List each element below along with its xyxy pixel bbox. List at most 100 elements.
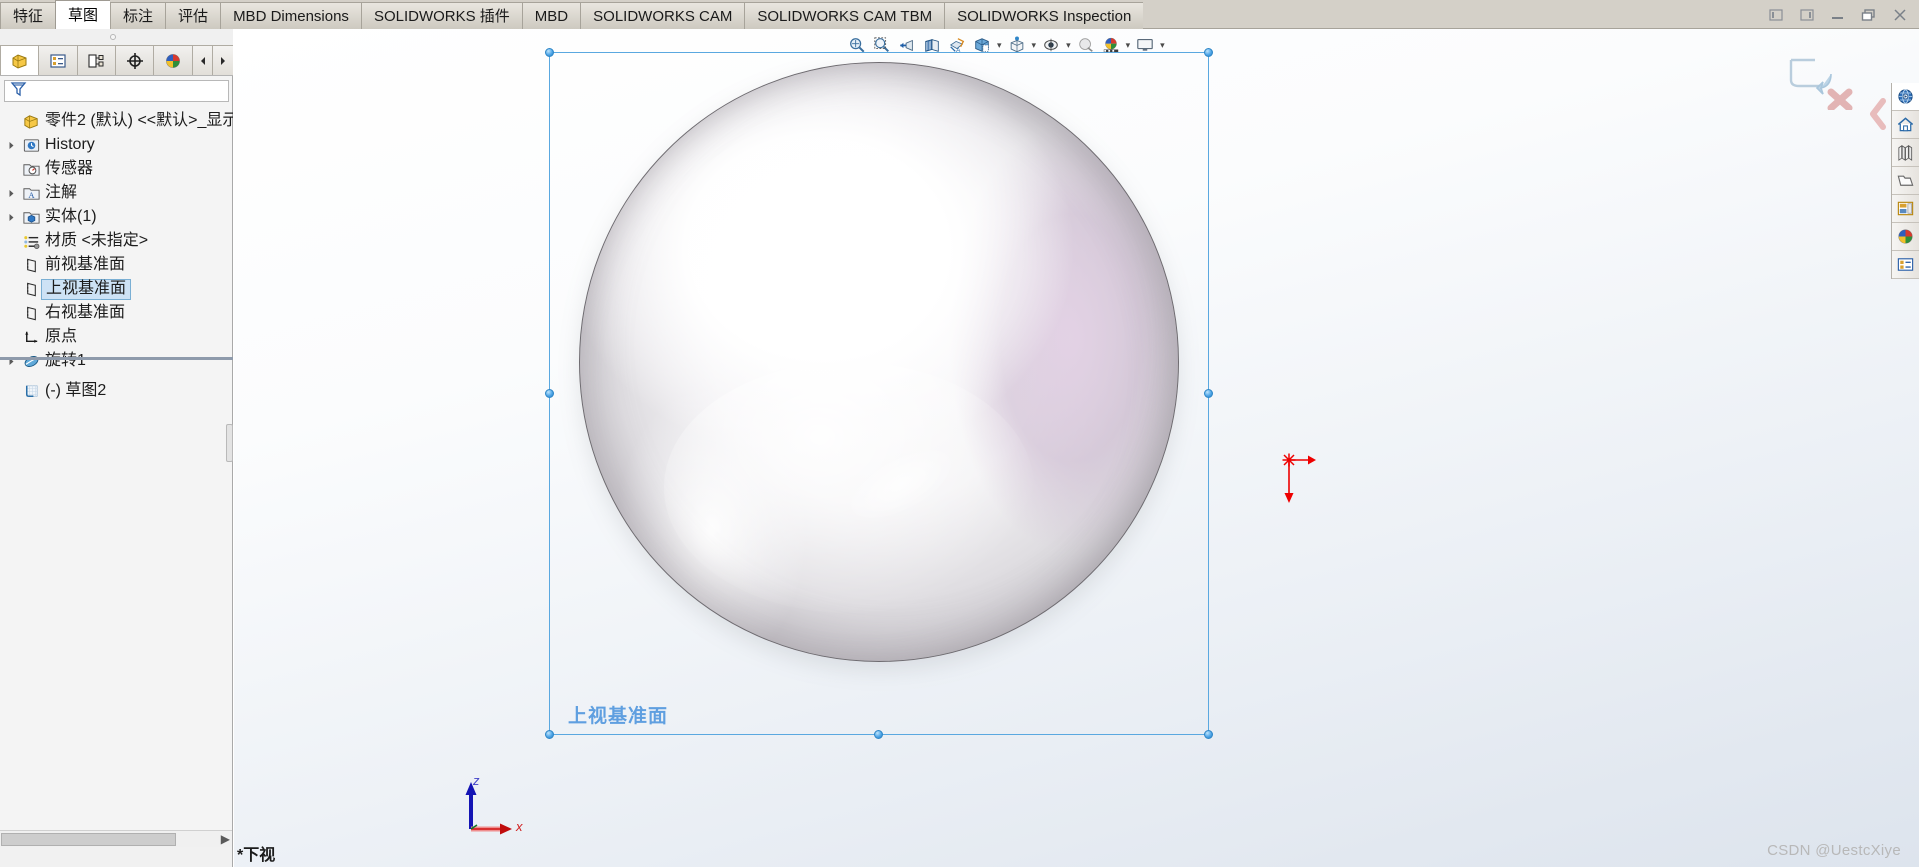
tree-item-front-plane[interactable]: 前视基准面 bbox=[0, 253, 233, 277]
command-manager-tab-bar: 特征 草图 标注 评估 MBD Dimensions SOLIDWORKS 插件… bbox=[0, 0, 1919, 29]
panel-grip-dot bbox=[110, 34, 116, 40]
resize-handle-middle-left[interactable] bbox=[545, 388, 554, 398]
feature-manager-tab[interactable] bbox=[0, 45, 39, 75]
tab-markup[interactable]: 标注 bbox=[110, 2, 166, 29]
tree-expander[interactable] bbox=[2, 277, 20, 301]
resize-handle-bottom-left[interactable] bbox=[545, 730, 554, 739]
expand-history-icon[interactable] bbox=[2, 133, 20, 157]
chevron-down-icon[interactable]: ▾ bbox=[1066, 40, 1071, 51]
close-icon[interactable] bbox=[1891, 6, 1909, 24]
feature-tree: 零件2 (默认) <<默认>_显示状 History bbox=[0, 107, 233, 847]
tree-expander[interactable] bbox=[2, 325, 20, 349]
tree-item-annotations[interactable]: A 注解 bbox=[0, 181, 233, 205]
part-icon bbox=[20, 110, 42, 132]
appearances-scenes-button[interactable] bbox=[1892, 195, 1919, 223]
resize-handle-bottom-middle[interactable] bbox=[874, 730, 883, 739]
tree-item-right-plane[interactable]: 右视基准面 bbox=[0, 301, 233, 325]
tab-sketch[interactable]: 草图 bbox=[55, 0, 111, 29]
tree-item-revolve1[interactable]: 旋转1 bbox=[0, 349, 233, 373]
material-icon bbox=[20, 230, 42, 252]
configuration-manager-tab[interactable] bbox=[76, 45, 116, 75]
chevron-down-icon[interactable]: ▾ bbox=[1126, 40, 1131, 51]
solid-bodies-icon bbox=[20, 206, 42, 228]
tab-features[interactable]: 特征 bbox=[0, 2, 56, 29]
panel-grip[interactable] bbox=[0, 29, 233, 45]
dimxpert-manager-tab[interactable] bbox=[115, 45, 154, 75]
tree-root-part[interactable]: 零件2 (默认) <<默认>_显示状 bbox=[0, 109, 233, 133]
filter-funnel-icon bbox=[10, 80, 27, 102]
selected-plane-bounding-box[interactable]: 上视基准面 bbox=[545, 48, 1213, 739]
tab-mbd[interactable]: MBD bbox=[521, 2, 581, 29]
task-pane-list-button[interactable] bbox=[1892, 251, 1919, 279]
tree-tab-scroll-right[interactable] bbox=[212, 45, 234, 75]
restore-icon[interactable] bbox=[1860, 6, 1878, 24]
rollback-bar[interactable] bbox=[0, 357, 233, 360]
scroll-right-icon[interactable]: ▶ bbox=[221, 832, 230, 846]
resize-handle-bottom-right[interactable] bbox=[1204, 730, 1213, 739]
tree-item-history[interactable]: History bbox=[0, 133, 233, 157]
tree-item-label: 材质 <未指定> bbox=[45, 231, 149, 249]
triad-x-label: x bbox=[516, 819, 523, 834]
minimize-icon[interactable] bbox=[1829, 6, 1847, 24]
tab-evaluate[interactable]: 评估 bbox=[165, 2, 221, 29]
chevron-down-icon[interactable]: ▾ bbox=[997, 40, 1002, 51]
task-pane-collapse-arrow-icon[interactable] bbox=[1868, 97, 1888, 131]
tab-solidworks-addins[interactable]: SOLIDWORKS 插件 bbox=[360, 2, 522, 29]
file-explorer-button[interactable] bbox=[1892, 139, 1919, 167]
plane-icon bbox=[20, 302, 42, 324]
scrollbar-thumb[interactable] bbox=[1, 833, 176, 846]
expand-annotations-icon[interactable] bbox=[2, 181, 20, 205]
tree-item-sensors[interactable]: 传感器 bbox=[0, 157, 233, 181]
tree-expander[interactable] bbox=[2, 157, 20, 181]
tree-expander[interactable] bbox=[2, 253, 20, 277]
panel-left-icon[interactable] bbox=[1767, 6, 1785, 24]
tree-expander[interactable] bbox=[2, 379, 20, 403]
panel-right-icon[interactable] bbox=[1798, 6, 1816, 24]
tree-expander[interactable] bbox=[2, 229, 20, 253]
graphics-viewport[interactable]: A ▾ ▾ ▾ ▾ ▾ 上视基准面 z x *下视 CSDN @UestcXiy… bbox=[234, 29, 1919, 867]
resize-handle-top-right[interactable] bbox=[1204, 48, 1213, 57]
tab-solidworks-cam-tbm[interactable]: SOLIDWORKS CAM TBM bbox=[744, 2, 945, 29]
tree-horizontal-scrollbar[interactable]: ▶ bbox=[0, 830, 232, 847]
plane-icon bbox=[20, 254, 42, 276]
view-palette-button[interactable] bbox=[1892, 167, 1919, 195]
tab-solidworks-cam[interactable]: SOLIDWORKS CAM bbox=[580, 2, 745, 29]
tree-filter-input[interactable] bbox=[4, 80, 229, 102]
chevron-down-icon[interactable]: ▾ bbox=[1032, 40, 1037, 51]
solidworks-resources-button[interactable] bbox=[1892, 83, 1919, 111]
view-state-label: *下视 bbox=[237, 847, 276, 864]
tree-item-top-plane[interactable]: 上视基准面 bbox=[0, 277, 233, 301]
tree-item-origin[interactable]: 原点 bbox=[0, 325, 233, 349]
tree-item-label: (-) 草图2 bbox=[45, 381, 107, 399]
tree-expander[interactable] bbox=[2, 109, 20, 133]
tree-item-label: 前视基准面 bbox=[45, 255, 126, 273]
custom-properties-button[interactable] bbox=[1892, 223, 1919, 251]
svg-text:A: A bbox=[28, 189, 35, 199]
resize-handle-top-left[interactable] bbox=[545, 48, 554, 57]
resize-handle-middle-right[interactable] bbox=[1204, 388, 1213, 398]
tab-mbd-dimensions[interactable]: MBD Dimensions bbox=[220, 2, 361, 29]
sketch-icon bbox=[20, 380, 42, 402]
tree-item-solid-bodies[interactable]: 实体(1) bbox=[0, 205, 233, 229]
tree-item-label: 实体(1) bbox=[45, 207, 97, 225]
tree-tab-scroll-left[interactable] bbox=[191, 45, 213, 75]
watermark-text: CSDN @UestcXiye bbox=[1767, 842, 1901, 859]
plane-icon bbox=[20, 278, 42, 300]
property-manager-tab[interactable] bbox=[38, 45, 77, 75]
tree-item-sketch2[interactable]: (-) 草图2 bbox=[0, 379, 233, 403]
display-manager-tab[interactable] bbox=[153, 45, 192, 75]
tree-tab-strip bbox=[0, 45, 234, 76]
expand-bodies-icon[interactable] bbox=[2, 205, 20, 229]
tree-item-material[interactable]: 材质 <未指定> bbox=[0, 229, 233, 253]
panel-splitter-grip[interactable] bbox=[226, 424, 233, 462]
chevron-down-icon[interactable]: ▾ bbox=[1160, 40, 1165, 51]
expand-revolve-icon[interactable] bbox=[2, 349, 20, 373]
tree-root-label: 零件2 (默认) <<默认>_显示状 bbox=[45, 111, 233, 129]
tree-expander[interactable] bbox=[2, 301, 20, 325]
origin-icon bbox=[20, 326, 42, 348]
sketch-origin-marker bbox=[1282, 453, 1342, 513]
feature-manager-panel: 零件2 (默认) <<默认>_显示状 History bbox=[0, 29, 234, 867]
tab-solidworks-inspection[interactable]: SOLIDWORKS Inspection bbox=[944, 2, 1144, 29]
sensor-icon bbox=[20, 158, 42, 180]
design-library-button[interactable] bbox=[1892, 111, 1919, 139]
